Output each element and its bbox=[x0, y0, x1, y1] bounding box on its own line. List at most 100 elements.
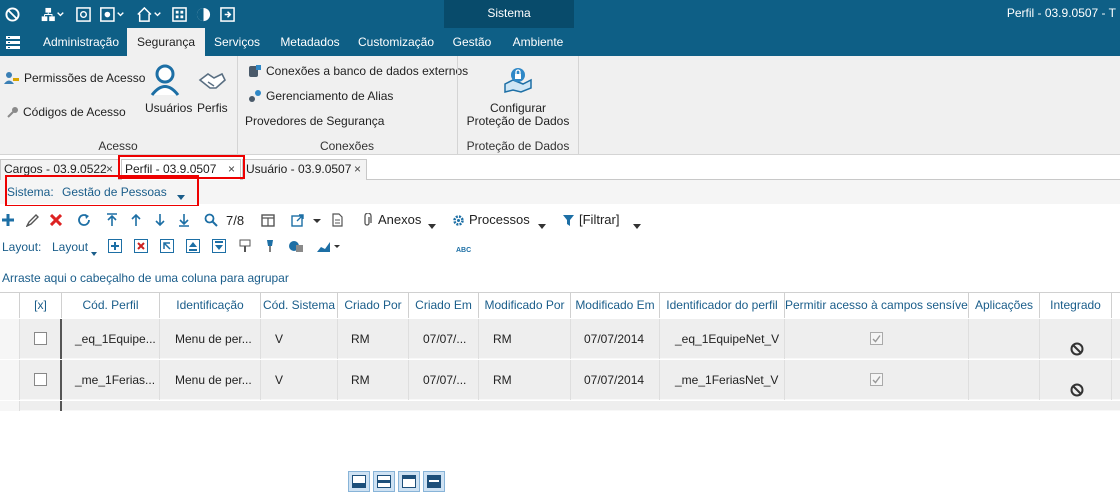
next-record-icon[interactable] bbox=[152, 209, 168, 231]
remove-column-icon[interactable] bbox=[134, 239, 148, 256]
tab-administracao[interactable]: Administração bbox=[38, 28, 124, 56]
column-header-criado-por[interactable]: Criado Por bbox=[338, 293, 409, 318]
layout-view-2-button[interactable] bbox=[373, 471, 395, 492]
column-header-modificado-em[interactable]: Modificado Em bbox=[571, 293, 660, 318]
gerenciamento-alias-button[interactable]: Gerenciamento de Alias bbox=[248, 89, 393, 103]
usuarios-button[interactable]: Usuários bbox=[144, 64, 192, 118]
tab-ambiente[interactable]: Ambiente bbox=[506, 28, 570, 56]
doc-tab-usuario[interactable]: Usuário - 03.9.0507 × bbox=[242, 159, 367, 180]
layout-view-1-button[interactable] bbox=[348, 471, 370, 492]
column-header-cod-perfil[interactable]: Cód. Perfil bbox=[62, 293, 160, 318]
handshake-icon bbox=[198, 70, 226, 97]
last-record-icon[interactable] bbox=[176, 209, 192, 231]
group-hint: Arraste aqui o cabeçalho de uma coluna p… bbox=[2, 271, 289, 285]
spellcheck-icon[interactable]: ABC bbox=[456, 242, 472, 256]
add-icon[interactable] bbox=[0, 209, 16, 231]
cell-identificador: _eq_1EquipeNet_V bbox=[660, 319, 785, 359]
processos-button[interactable]: Processos bbox=[469, 212, 530, 227]
previous-record-icon[interactable] bbox=[128, 209, 144, 231]
configurar-protecao-button[interactable]: Configurar Proteção de Dados bbox=[460, 62, 576, 130]
column-header-select[interactable]: [x] bbox=[20, 293, 62, 318]
chevron-down-icon[interactable] bbox=[538, 218, 546, 232]
group-by-area[interactable]: Arraste aqui o cabeçalho de uma coluna p… bbox=[0, 262, 1120, 292]
calculator-icon[interactable] bbox=[172, 5, 187, 23]
monitor-icon[interactable] bbox=[76, 5, 91, 23]
table-row[interactable]: _me_1Ferias... Menu de per... V RM 07/07… bbox=[0, 360, 1120, 400]
conexoes-externos-button[interactable]: Conexões a banco de dados externos bbox=[248, 64, 468, 78]
close-icon[interactable]: × bbox=[354, 160, 361, 179]
doc-tab-cargos[interactable]: Cargos - 03.9.0522 × bbox=[0, 159, 119, 180]
chevron-down-icon[interactable] bbox=[177, 189, 185, 203]
restore-layout-icon[interactable] bbox=[160, 239, 174, 256]
column-header-identificacao[interactable]: Identificação bbox=[160, 293, 261, 318]
export-icon[interactable] bbox=[290, 209, 322, 231]
key-icon bbox=[7, 106, 19, 118]
app-logo-icon[interactable] bbox=[5, 5, 20, 23]
pin-icon[interactable] bbox=[263, 239, 277, 256]
network-icon[interactable] bbox=[40, 5, 64, 23]
provedores-seguranca-button[interactable]: Provedores de Segurança bbox=[245, 114, 384, 128]
row-select-checkbox[interactable] bbox=[34, 373, 47, 386]
anexos-button[interactable]: Anexos bbox=[378, 212, 421, 227]
cell-integrado bbox=[1040, 360, 1112, 400]
tab-seguranca[interactable]: Segurança bbox=[127, 28, 205, 56]
settings-window-icon[interactable] bbox=[99, 5, 127, 23]
table-row[interactable]: _eq_1Equipe... Menu de per... V RM 07/07… bbox=[0, 319, 1120, 359]
system-filter-select[interactable]: Gestão de Pessoas bbox=[62, 185, 167, 199]
column-header-aplicacoes[interactable]: Aplicações bbox=[969, 293, 1040, 318]
tab-customizacao[interactable]: Customização bbox=[354, 28, 438, 56]
refresh-icon[interactable] bbox=[76, 209, 92, 231]
report-icon[interactable] bbox=[330, 209, 344, 231]
doc-tab-perfil[interactable]: Perfil - 03.9.0507 × bbox=[121, 159, 241, 181]
chevron-down-icon[interactable] bbox=[428, 218, 436, 232]
checkbox-sensiveis[interactable] bbox=[870, 373, 883, 386]
paint-icon[interactable] bbox=[238, 239, 252, 256]
app-menu-icon[interactable] bbox=[6, 36, 20, 52]
layout-view-4-button[interactable] bbox=[423, 471, 445, 492]
tab-gestao[interactable]: Gestão bbox=[448, 28, 496, 56]
home-icon[interactable] bbox=[136, 5, 164, 23]
cell-identificacao: Menu de per... bbox=[160, 319, 261, 359]
globe-icon[interactable] bbox=[196, 5, 211, 23]
column-header-identificador[interactable]: Identificador do perfil bbox=[660, 293, 785, 318]
close-icon[interactable]: × bbox=[228, 160, 235, 179]
move-up-icon[interactable] bbox=[186, 239, 200, 256]
cell-criado-por: RM bbox=[338, 319, 409, 359]
chart-icon[interactable] bbox=[316, 239, 342, 256]
tab-servicos[interactable]: Serviços bbox=[208, 28, 266, 56]
column-header-modificado-por[interactable]: Modificado Por bbox=[479, 293, 571, 318]
column-header-criado-em[interactable]: Criado Em bbox=[409, 293, 479, 318]
layout-menu-button[interactable]: Layout bbox=[52, 240, 88, 254]
row-select-checkbox[interactable] bbox=[34, 332, 47, 345]
filtrar-button[interactable]: [Filtrar] bbox=[579, 212, 619, 227]
table-row-partial[interactable] bbox=[0, 401, 1120, 411]
perfis-button[interactable]: Perfis bbox=[196, 64, 228, 118]
filter-icon[interactable] bbox=[561, 209, 575, 231]
database-icon bbox=[248, 64, 262, 78]
paperclip-icon[interactable] bbox=[360, 209, 374, 231]
delete-icon[interactable] bbox=[48, 209, 64, 231]
columns-icon[interactable] bbox=[260, 209, 276, 231]
add-column-icon[interactable] bbox=[108, 239, 122, 256]
gear-icon[interactable] bbox=[451, 209, 465, 231]
column-header-campos-sensiveis[interactable]: Permitir acesso à campos sensíveis bbox=[785, 293, 969, 318]
permissoes-acesso-button[interactable]: Permissões de Acesso bbox=[4, 71, 145, 85]
exit-icon[interactable] bbox=[220, 5, 235, 23]
first-record-icon[interactable] bbox=[104, 209, 120, 231]
shapes-icon[interactable] bbox=[288, 239, 304, 256]
chevron-down-icon[interactable] bbox=[633, 218, 641, 232]
column-header-cod-sistema[interactable]: Cód. Sistema bbox=[261, 293, 338, 318]
search-icon[interactable] bbox=[203, 209, 219, 231]
select-cell bbox=[20, 360, 62, 400]
layout-view-3-button[interactable] bbox=[398, 471, 420, 492]
edit-icon[interactable] bbox=[24, 209, 40, 231]
move-down-icon[interactable] bbox=[212, 239, 226, 256]
cell-campos-sensiveis bbox=[785, 319, 969, 359]
tab-metadados[interactable]: Metadados bbox=[274, 28, 346, 56]
svg-text:ABC: ABC bbox=[456, 247, 471, 253]
column-header-integrado[interactable]: Integrado bbox=[1040, 293, 1112, 318]
checkbox-sensiveis[interactable] bbox=[870, 332, 883, 345]
chevron-down-icon[interactable] bbox=[91, 245, 97, 259]
codigos-acesso-button[interactable]: Códigos de Acesso bbox=[7, 105, 126, 119]
close-icon[interactable]: × bbox=[106, 160, 113, 179]
